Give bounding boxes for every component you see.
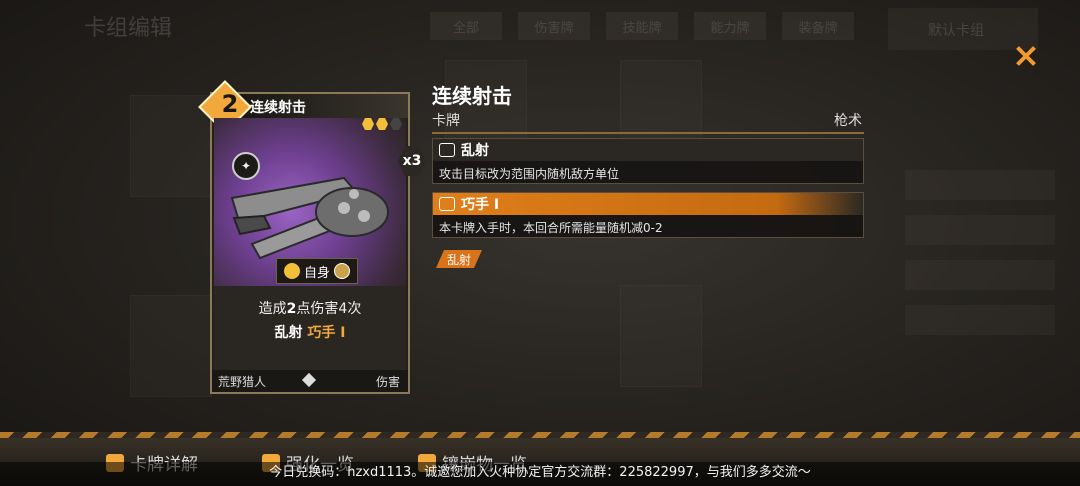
keyword-scatter: 乱射 <box>274 325 303 341</box>
card-preview: 2 连续射击 ✦ 自身 x3 造成2点伤害4次 乱射 巧手 I 荒野猎人 伤害 <box>198 80 426 394</box>
announcement-ticker: 今日兑换码：hzxd1113。诚邀您加入火种协定官方交流群：225822997，… <box>0 462 1080 486</box>
keyword-label: 巧手 I <box>461 197 500 213</box>
keyword-header: 巧手 I <box>433 193 863 215</box>
card-kind: 伤害 <box>375 375 400 389</box>
card-name: 连续射击 <box>250 100 306 116</box>
desc-prefix: 造成 <box>258 301 287 317</box>
close-button[interactable] <box>1010 40 1042 72</box>
desc-value: 2 <box>286 301 297 317</box>
keyword-dexterity: 巧手 I <box>307 325 346 341</box>
card-description: 造成2点伤害4次 乱射 巧手 I <box>214 286 406 376</box>
hazard-stripe <box>0 432 1080 438</box>
hex-icon <box>390 118 402 130</box>
keyword-text: 攻击目标改为范围内随机敌方单位 <box>439 167 620 181</box>
energy-icon <box>334 263 350 279</box>
card-footer: 荒野猎人 伤害 <box>212 370 408 392</box>
keyword-header: 乱射 <box>433 139 863 161</box>
card-art: ✦ 自身 <box>214 118 406 286</box>
damage-text: 造成2点伤害4次 <box>214 298 406 318</box>
detail-type: 卡牌 <box>432 113 460 129</box>
keyword-tag[interactable]: 乱射 <box>436 250 482 268</box>
divider <box>432 132 864 134</box>
scatter-icon <box>439 143 455 157</box>
keyword-text: 本卡牌入手时，本回合所需能量随机减0-2 <box>439 221 663 235</box>
target-indicator: 自身 <box>276 258 358 284</box>
hex-icon <box>362 118 374 130</box>
keyword-box-dexterity: 巧手 I 本卡牌入手时，本回合所需能量随机减0-2 <box>432 192 864 238</box>
keyword-label: 乱射 <box>461 143 489 159</box>
card-cost: 2 <box>221 90 239 118</box>
rarity-diamond-icon <box>301 372 317 388</box>
gun-type-icon: ✦ <box>232 152 260 180</box>
hex-icon <box>376 118 388 130</box>
keyword-box-scatter: 乱射 攻击目标改为范围内随机敌方单位 <box>432 138 864 184</box>
dexterity-icon <box>439 197 455 211</box>
target-icon <box>283 263 300 279</box>
detail-category: 枪术 <box>834 113 862 129</box>
detail-title: 连续射击 <box>432 84 512 108</box>
target-label: 自身 <box>303 265 330 281</box>
desc-suffix: 点伤害4次 <box>296 301 362 317</box>
energy-hexes <box>362 118 402 130</box>
modal-overlay <box>0 0 1080 486</box>
keywords-line: 乱射 巧手 I <box>214 322 406 342</box>
card-owner: 荒野猎人 <box>218 375 267 389</box>
